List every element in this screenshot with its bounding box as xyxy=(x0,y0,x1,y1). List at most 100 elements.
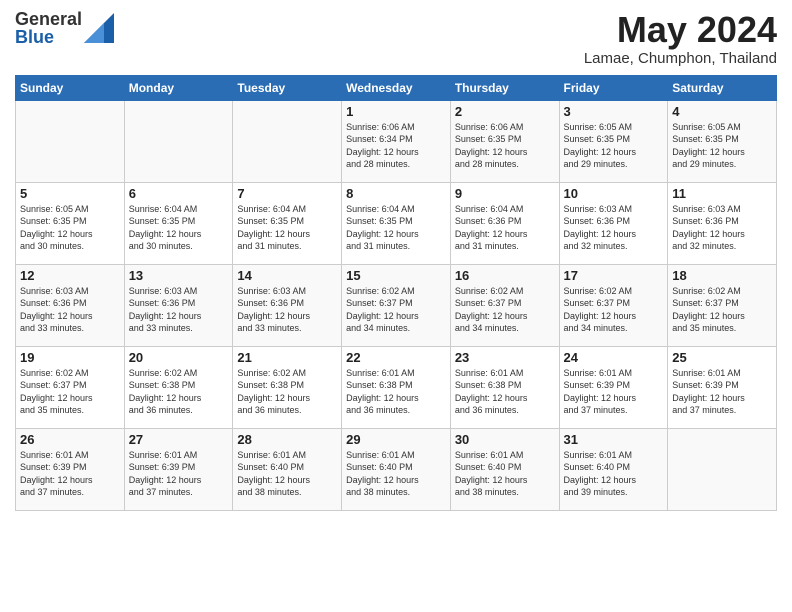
calendar-week-4: 19 Sunrise: 6:02 AM Sunset: 6:37 PM Dayli… xyxy=(16,346,777,428)
logo-text: General Blue xyxy=(15,10,82,46)
calendar-day: 5 Sunrise: 6:05 AM Sunset: 6:35 PM Daylig… xyxy=(16,182,125,264)
day-info: Sunrise: 6:05 AM Sunset: 6:35 PM Dayligh… xyxy=(564,121,664,171)
logo-icon xyxy=(84,13,114,43)
month-title: May 2024 xyxy=(584,10,777,50)
day-number: 14 xyxy=(237,268,337,283)
day-info: Sunrise: 6:02 AM Sunset: 6:37 PM Dayligh… xyxy=(455,285,555,335)
calendar-table: Sunday Monday Tuesday Wednesday Thursday… xyxy=(15,75,777,511)
title-block: May 2024 Lamae, Chumphon, Thailand xyxy=(584,10,777,67)
calendar-day: 27Sunrise: 6:01 AM Sunset: 6:39 PM Dayli… xyxy=(124,428,233,510)
col-thursday: Thursday xyxy=(450,75,559,100)
calendar-day: 13Sunrise: 6:03 AM Sunset: 6:36 PM Dayli… xyxy=(124,264,233,346)
day-info: Sunrise: 6:01 AM Sunset: 6:40 PM Dayligh… xyxy=(564,449,664,499)
day-info: Sunrise: 6:03 AM Sunset: 6:36 PM Dayligh… xyxy=(672,203,772,253)
calendar-day: 6 Sunrise: 6:04 AM Sunset: 6:35 PM Daylig… xyxy=(124,182,233,264)
day-number: 30 xyxy=(455,432,555,447)
day-number: 2 xyxy=(455,104,555,119)
logo-general: General xyxy=(15,10,82,28)
calendar-day: 14Sunrise: 6:03 AM Sunset: 6:36 PM Dayli… xyxy=(233,264,342,346)
day-info: Sunrise: 6:06 AM Sunset: 6:34 PM Dayligh… xyxy=(346,121,446,171)
day-number: 28 xyxy=(237,432,337,447)
day-number: 27 xyxy=(129,432,229,447)
col-wednesday: Wednesday xyxy=(342,75,451,100)
day-number: 5 xyxy=(20,186,120,201)
day-number: 4 xyxy=(672,104,772,119)
day-number: 7 xyxy=(237,186,337,201)
calendar-day: 15 Sunrise: 6:02 AM Sunset: 6:37 PM Dayli… xyxy=(342,264,451,346)
day-number: 12 xyxy=(20,268,120,283)
day-info: Sunrise: 6:02 AM Sunset: 6:38 PM Dayligh… xyxy=(237,367,337,417)
calendar-day: 8Sunrise: 6:04 AM Sunset: 6:35 PM Daylig… xyxy=(342,182,451,264)
day-info: Sunrise: 6:02 AM Sunset: 6:37 PM Dayligh… xyxy=(564,285,664,335)
calendar-day: 2 Sunrise: 6:06 AM Sunset: 6:35 PM Daylig… xyxy=(450,100,559,182)
day-info: Sunrise: 6:01 AM Sunset: 6:39 PM Dayligh… xyxy=(672,367,772,417)
calendar-day: 29Sunrise: 6:01 AM Sunset: 6:40 PM Dayli… xyxy=(342,428,451,510)
day-number: 17 xyxy=(564,268,664,283)
day-number: 24 xyxy=(564,350,664,365)
day-info: Sunrise: 6:01 AM Sunset: 6:39 PM Dayligh… xyxy=(564,367,664,417)
day-info: Sunrise: 6:03 AM Sunset: 6:36 PM Dayligh… xyxy=(564,203,664,253)
calendar-week-5: 26 Sunrise: 6:01 AM Sunset: 6:39 PM Dayli… xyxy=(16,428,777,510)
day-number: 25 xyxy=(672,350,772,365)
day-info: Sunrise: 6:03 AM Sunset: 6:36 PM Dayligh… xyxy=(20,285,120,335)
day-number: 15 xyxy=(346,268,446,283)
day-info: Sunrise: 6:06 AM Sunset: 6:35 PM Dayligh… xyxy=(455,121,555,171)
day-number: 9 xyxy=(455,186,555,201)
day-number: 21 xyxy=(237,350,337,365)
day-number: 23 xyxy=(455,350,555,365)
day-info: Sunrise: 6:04 AM Sunset: 6:35 PM Dayligh… xyxy=(129,203,229,253)
day-number: 26 xyxy=(20,432,120,447)
day-info: Sunrise: 6:04 AM Sunset: 6:35 PM Dayligh… xyxy=(237,203,337,253)
col-monday: Monday xyxy=(124,75,233,100)
calendar-day: 26 Sunrise: 6:01 AM Sunset: 6:39 PM Dayli… xyxy=(16,428,125,510)
calendar-day: 1 Sunrise: 6:06 AM Sunset: 6:34 PM Daylig… xyxy=(342,100,451,182)
logo-blue: Blue xyxy=(15,28,82,46)
calendar-day: 25 Sunrise: 6:01 AM Sunset: 6:39 PM Dayli… xyxy=(668,346,777,428)
calendar-day: 3 Sunrise: 6:05 AM Sunset: 6:35 PM Daylig… xyxy=(559,100,668,182)
day-number: 1 xyxy=(346,104,446,119)
day-number: 6 xyxy=(129,186,229,201)
calendar-day: 23 Sunrise: 6:01 AM Sunset: 6:38 PM Dayli… xyxy=(450,346,559,428)
calendar-day: 24 Sunrise: 6:01 AM Sunset: 6:39 PM Dayli… xyxy=(559,346,668,428)
day-info: Sunrise: 6:02 AM Sunset: 6:37 PM Dayligh… xyxy=(20,367,120,417)
calendar-day: 18Sunrise: 6:02 AM Sunset: 6:37 PM Dayli… xyxy=(668,264,777,346)
page-header: General Blue May 2024 Lamae, Chumphon, T… xyxy=(15,10,777,67)
day-info: Sunrise: 6:02 AM Sunset: 6:38 PM Dayligh… xyxy=(129,367,229,417)
day-number: 3 xyxy=(564,104,664,119)
calendar-week-3: 12 Sunrise: 6:03 AM Sunset: 6:36 PM Dayli… xyxy=(16,264,777,346)
day-info: Sunrise: 6:04 AM Sunset: 6:36 PM Dayligh… xyxy=(455,203,555,253)
calendar-day xyxy=(16,100,125,182)
calendar-day: 9 Sunrise: 6:04 AM Sunset: 6:36 PM Daylig… xyxy=(450,182,559,264)
col-saturday: Saturday xyxy=(668,75,777,100)
calendar-day: 10Sunrise: 6:03 AM Sunset: 6:36 PM Dayli… xyxy=(559,182,668,264)
calendar-day xyxy=(668,428,777,510)
calendar-day: 21 Sunrise: 6:02 AM Sunset: 6:38 PM Dayli… xyxy=(233,346,342,428)
page-container: General Blue May 2024 Lamae, Chumphon, T… xyxy=(0,0,792,521)
col-friday: Friday xyxy=(559,75,668,100)
day-number: 16 xyxy=(455,268,555,283)
day-info: Sunrise: 6:01 AM Sunset: 6:38 PM Dayligh… xyxy=(455,367,555,417)
calendar-day xyxy=(124,100,233,182)
day-number: 29 xyxy=(346,432,446,447)
calendar-day: 22 Sunrise: 6:01 AM Sunset: 6:38 PM Dayli… xyxy=(342,346,451,428)
day-info: Sunrise: 6:03 AM Sunset: 6:36 PM Dayligh… xyxy=(129,285,229,335)
day-number: 31 xyxy=(564,432,664,447)
day-info: Sunrise: 6:05 AM Sunset: 6:35 PM Dayligh… xyxy=(20,203,120,253)
day-info: Sunrise: 6:01 AM Sunset: 6:39 PM Dayligh… xyxy=(20,449,120,499)
day-number: 19 xyxy=(20,350,120,365)
calendar-day: 17 Sunrise: 6:02 AM Sunset: 6:37 PM Dayli… xyxy=(559,264,668,346)
day-number: 20 xyxy=(129,350,229,365)
day-number: 22 xyxy=(346,350,446,365)
calendar-week-2: 5 Sunrise: 6:05 AM Sunset: 6:35 PM Daylig… xyxy=(16,182,777,264)
calendar-day: 11 Sunrise: 6:03 AM Sunset: 6:36 PM Dayli… xyxy=(668,182,777,264)
day-info: Sunrise: 6:01 AM Sunset: 6:40 PM Dayligh… xyxy=(455,449,555,499)
day-info: Sunrise: 6:02 AM Sunset: 6:37 PM Dayligh… xyxy=(346,285,446,335)
day-number: 8 xyxy=(346,186,446,201)
day-number: 11 xyxy=(672,186,772,201)
day-info: Sunrise: 6:05 AM Sunset: 6:35 PM Dayligh… xyxy=(672,121,772,171)
calendar-day: 19 Sunrise: 6:02 AM Sunset: 6:37 PM Dayli… xyxy=(16,346,125,428)
calendar-day: 16 Sunrise: 6:02 AM Sunset: 6:37 PM Dayli… xyxy=(450,264,559,346)
day-info: Sunrise: 6:02 AM Sunset: 6:37 PM Dayligh… xyxy=(672,285,772,335)
day-info: Sunrise: 6:01 AM Sunset: 6:38 PM Dayligh… xyxy=(346,367,446,417)
header-row: Sunday Monday Tuesday Wednesday Thursday… xyxy=(16,75,777,100)
